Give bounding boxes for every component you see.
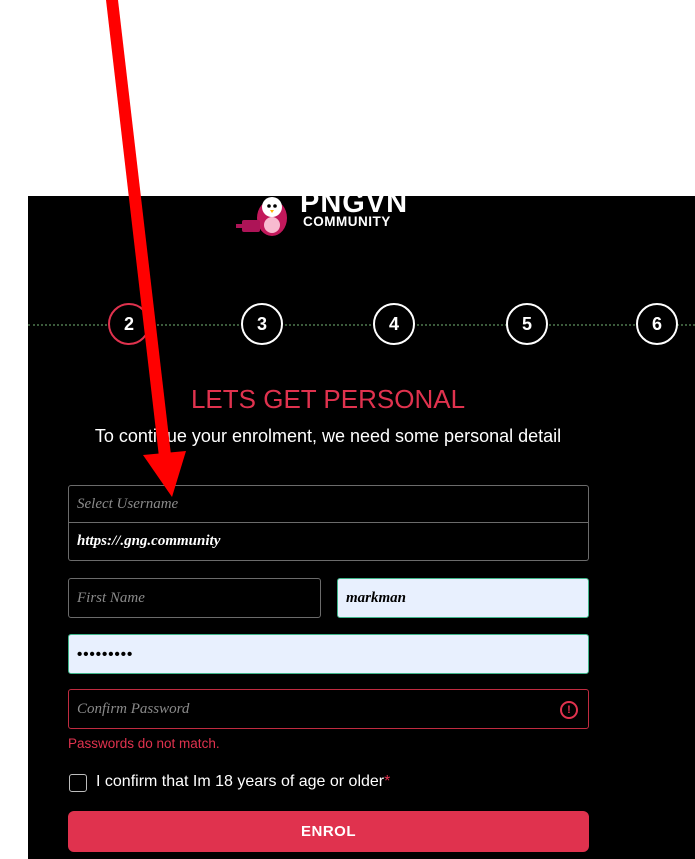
penguin-mascot-icon	[236, 197, 287, 236]
password-mismatch-error: Passwords do not match.	[68, 736, 220, 751]
step-3[interactable]: 3	[241, 303, 283, 345]
enrol-button[interactable]: ENROL	[68, 811, 589, 852]
age-confirm-label: I confirm that Im 18 years of age or old…	[96, 773, 390, 791]
enrolment-panel: PNGVN COMMUNITY 2 3 4 5 6 LETS GET PERSO…	[28, 196, 695, 859]
domain-suffix-text: https://.gng.community	[77, 533, 221, 549]
username-placeholder: Select Username	[77, 495, 179, 512]
brand-logo: PNGVN COMMUNITY	[228, 196, 468, 242]
step-6[interactable]: 6	[636, 303, 678, 345]
username-input[interactable]: Select Username	[68, 485, 589, 523]
first-name-input[interactable]: First Name	[68, 578, 321, 618]
form-subtitle: To continue your enrolment, we need some…	[94, 426, 562, 446]
last-name-value: markman	[346, 589, 407, 606]
password-value: •••••••••	[77, 645, 134, 663]
brand-tagline: COMMUNITY	[303, 214, 391, 229]
confirm-password-input[interactable]: Confirm Password !	[68, 689, 589, 729]
age-confirm-text: I confirm that Im 18 years of age or old…	[96, 773, 385, 790]
error-alert-icon: !	[560, 701, 578, 719]
domain-suffix: https://.gng.community	[68, 523, 589, 561]
form-title: LETS GET PERSONAL	[190, 384, 466, 414]
first-name-placeholder: First Name	[77, 589, 145, 606]
age-confirm-checkbox[interactable]	[69, 774, 87, 792]
step-5[interactable]: 5	[506, 303, 548, 345]
required-marker: *	[384, 773, 391, 790]
last-name-input[interactable]: markman	[337, 578, 589, 618]
confirm-password-placeholder: Confirm Password	[77, 700, 190, 717]
step-2[interactable]: 2	[108, 303, 150, 345]
password-input[interactable]: •••••••••	[68, 634, 589, 674]
step-4[interactable]: 4	[373, 303, 415, 345]
